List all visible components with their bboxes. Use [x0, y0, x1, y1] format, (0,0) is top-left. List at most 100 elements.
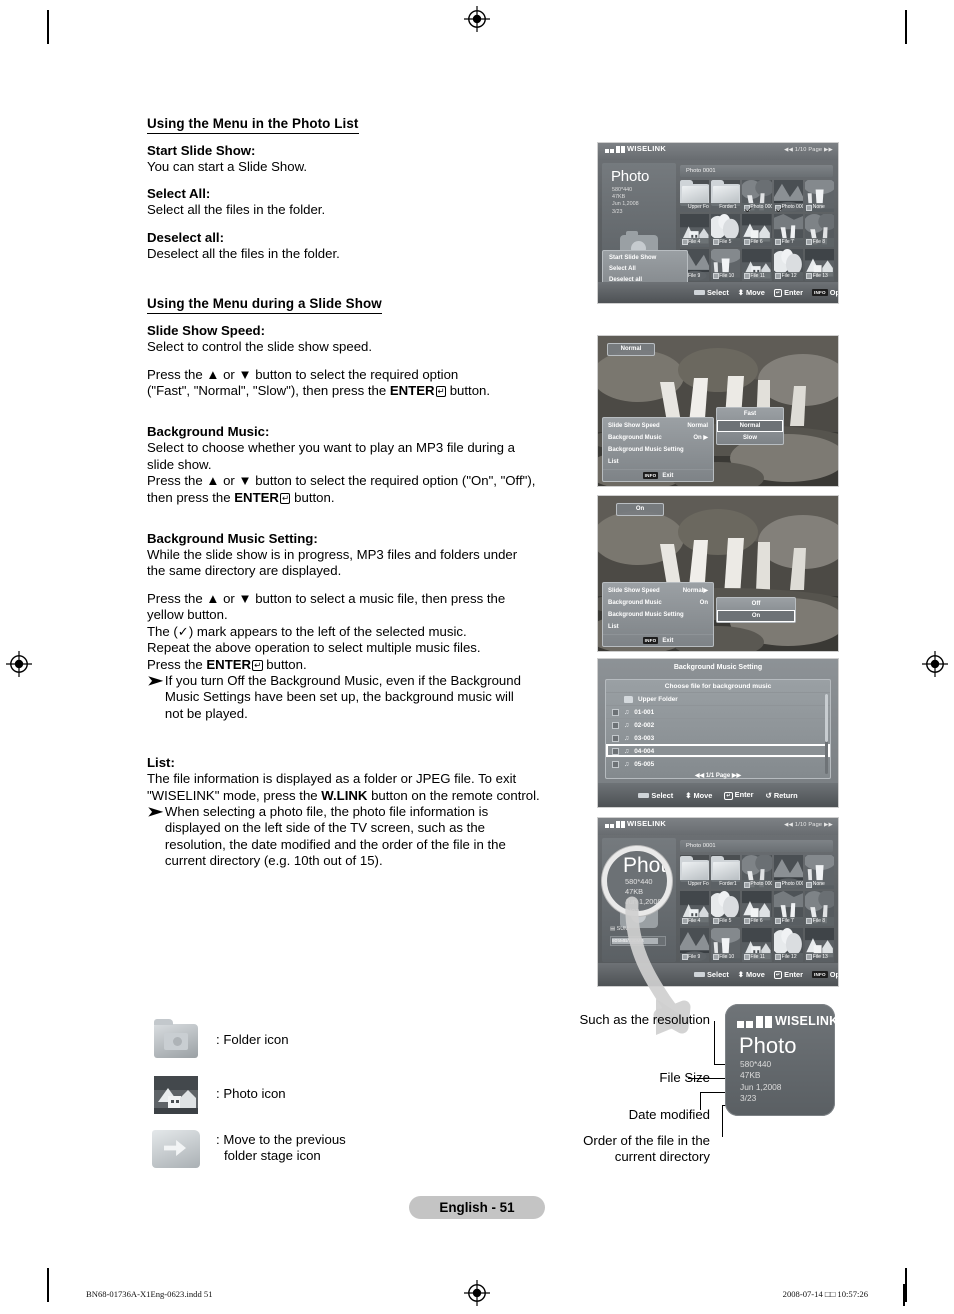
slideshow-option-menu[interactable]: Slide Show Speed Normal▶ Background Music… — [602, 582, 714, 647]
music-list-row[interactable]: ♫ 05-005 — [606, 757, 830, 770]
thumbnail-checkbox[interactable] — [775, 881, 782, 888]
thumbnail-checkbox[interactable] — [712, 239, 719, 246]
thumbnail-item[interactable]: File 4 — [680, 214, 710, 247]
thumbnail-checkbox[interactable] — [743, 954, 750, 961]
music-list-row[interactable]: ♫ 01-001 — [606, 705, 830, 718]
thumbnail-item[interactable]: File 13 — [804, 248, 834, 281]
thumbnail-item[interactable]: Forder1 — [711, 855, 741, 890]
thumbnail-item[interactable]: File 11 — [742, 248, 772, 281]
action-option[interactable]: INFOOption — [812, 288, 838, 297]
menu-item-slide-show-speed[interactable]: Slide Show Speed Normal▶ — [603, 585, 713, 597]
row-checkbox[interactable] — [612, 747, 619, 755]
thumbnail-item[interactable]: File 12 — [773, 927, 803, 962]
slideshow-option-menu[interactable]: Slide Show Speed Normal Background Music O… — [602, 417, 714, 482]
thumbnail-checkbox[interactable] — [806, 918, 813, 925]
menu-item-select-all[interactable]: Select All — [603, 264, 687, 275]
waterfall-photo: On Slide Show Speed Normal▶ Background Mu… — [598, 496, 838, 651]
bgm-submenu[interactable]: Off On — [716, 597, 796, 623]
submenu-option-off[interactable]: Off — [717, 598, 795, 610]
submenu-option-normal[interactable]: Normal — [717, 420, 783, 432]
menu-item-start-slide-show[interactable]: Start Slide Show — [603, 253, 687, 264]
action-select[interactable]: Select — [694, 288, 729, 297]
start-slide-show-heading: Start Slide Show: — [147, 143, 256, 158]
thumbnail-checkbox[interactable] — [775, 918, 782, 925]
thumbnail-item[interactable]: Photo 0001 — [742, 855, 772, 890]
music-list-row[interactable]: ♫ 02-002 — [606, 718, 830, 731]
thumbnail-item[interactable]: None — [804, 855, 834, 890]
music-list-row[interactable]: Upper Folder — [606, 692, 830, 705]
row-checkbox[interactable] — [612, 721, 619, 729]
thumbnail-checkbox[interactable] — [743, 918, 750, 925]
menu-exit-row[interactable]: INFO Exit — [603, 469, 713, 479]
menu-item-background-music[interactable]: Background Music On — [603, 597, 713, 609]
music-list-row[interactable]: ♫ 03-003 — [606, 731, 830, 744]
menu-label: Background Music — [608, 435, 662, 441]
thumbnail-item[interactable]: File 8 — [804, 891, 834, 926]
thumbnail-item[interactable]: File 13 — [804, 927, 834, 962]
crop-mark-bottom-right — [905, 1268, 907, 1302]
thumbnail-item[interactable]: File 6 — [742, 214, 772, 247]
thumbnail-checkbox[interactable] — [806, 239, 813, 246]
menu-item-list[interactable]: List — [603, 621, 713, 633]
thumbnail-item[interactable]: None — [804, 180, 834, 213]
thumbnail-checkbox[interactable] — [806, 954, 813, 961]
thumbnail-checkbox[interactable] — [806, 204, 813, 211]
thumbnail-item[interactable]: Upper Folder — [680, 855, 710, 890]
thumbnail-checkbox[interactable] — [775, 954, 782, 961]
thumbnail-item[interactable]: Forder1 — [711, 180, 741, 213]
thumbnail-checkbox[interactable] — [743, 273, 750, 280]
thumbnail-item[interactable]: File 8 — [804, 214, 834, 247]
row-checkbox[interactable] — [612, 708, 619, 716]
thumbnail-checkbox[interactable] — [775, 273, 782, 280]
action-select[interactable]: Select — [638, 791, 673, 800]
scrollbar[interactable] — [825, 694, 828, 774]
thumbnail-item[interactable]: File 7 — [773, 214, 803, 247]
music-list-row[interactable]: ♫ 04-004 — [606, 744, 830, 757]
action-return[interactable]: ↺ Return — [766, 791, 798, 800]
thumbnail-item[interactable]: File 6 — [742, 891, 772, 926]
list-text-2-post: button on the remote control. — [367, 787, 540, 803]
menu-item-background-music-setting[interactable]: Background Music Setting — [603, 444, 713, 456]
thumbnail-item[interactable]: File 5 — [711, 214, 741, 247]
row-checkbox[interactable] — [612, 734, 619, 742]
action-move[interactable]: ⬍ Move — [685, 791, 712, 800]
menu-item-slide-show-speed[interactable]: Slide Show Speed Normal — [603, 420, 713, 432]
thumbnail-checkbox[interactable] — [806, 273, 813, 280]
bgms-text-1: While the slide show is in progress, MP3… — [147, 547, 518, 563]
thumbnail-item[interactable]: Upper Folder — [680, 180, 710, 213]
thumbnail-grid[interactable]: Upper FolderForder1Photo 0001Photo 0001N… — [680, 180, 834, 281]
thumbnail-checkbox[interactable] — [775, 204, 782, 211]
thumbnail-item[interactable]: Photo 0001 — [742, 180, 772, 213]
submenu-option-on[interactable]: On — [717, 610, 795, 622]
thumbnail-checkbox[interactable] — [743, 881, 750, 888]
thumbnail-item[interactable]: File 7 — [773, 891, 803, 926]
action-enter[interactable]: ↵ Enter — [724, 790, 754, 800]
action-enter[interactable]: ↵ Enter — [773, 970, 803, 979]
menu-item-list[interactable]: List — [603, 456, 713, 468]
thumbnail-checkbox[interactable] — [743, 204, 750, 211]
menu-item-background-music[interactable]: Background Music On ▶ — [603, 432, 713, 444]
thumbnail-item[interactable]: File 10 — [711, 248, 741, 281]
thumbnail-item[interactable]: File 12 — [773, 248, 803, 281]
speed-submenu[interactable]: Fast Normal Slow — [716, 407, 784, 445]
thumbnail-item[interactable]: Photo 0001 — [773, 855, 803, 890]
submenu-option-slow[interactable]: Slow — [717, 432, 783, 444]
thumbnail-item[interactable]: File 11 — [742, 927, 772, 962]
thumbnail-checkbox[interactable] — [775, 239, 782, 246]
thumbnail-checkbox[interactable] — [712, 273, 719, 280]
submenu-option-fast[interactable]: Fast — [717, 408, 783, 420]
action-enter[interactable]: ↵ Enter — [773, 288, 803, 297]
thumbnail-checkbox[interactable] — [743, 239, 750, 246]
music-rows[interactable]: Upper Folder ♫ 01-001 ♫ 02-002 ♫ 03-003 ♫ 04-004… — [606, 692, 830, 770]
menu-exit-row[interactable]: INFO Exit — [603, 634, 713, 644]
action-move[interactable]: ⬍ Move — [738, 970, 765, 979]
thumbnail-checkbox[interactable] — [806, 881, 813, 888]
action-option[interactable]: INFOOption — [812, 970, 838, 979]
row-checkbox[interactable] — [612, 760, 619, 768]
music-file-list[interactable]: Choose file for background music Upper F… — [605, 679, 831, 779]
menu-item-background-music-setting[interactable]: Background Music Setting — [603, 609, 713, 621]
thumbnail-checkbox[interactable] — [681, 239, 688, 246]
thumbnail-item[interactable]: Photo 0001 — [773, 180, 803, 213]
row-label: 02-002 — [634, 721, 655, 729]
action-move[interactable]: ⬍ Move — [738, 288, 765, 297]
